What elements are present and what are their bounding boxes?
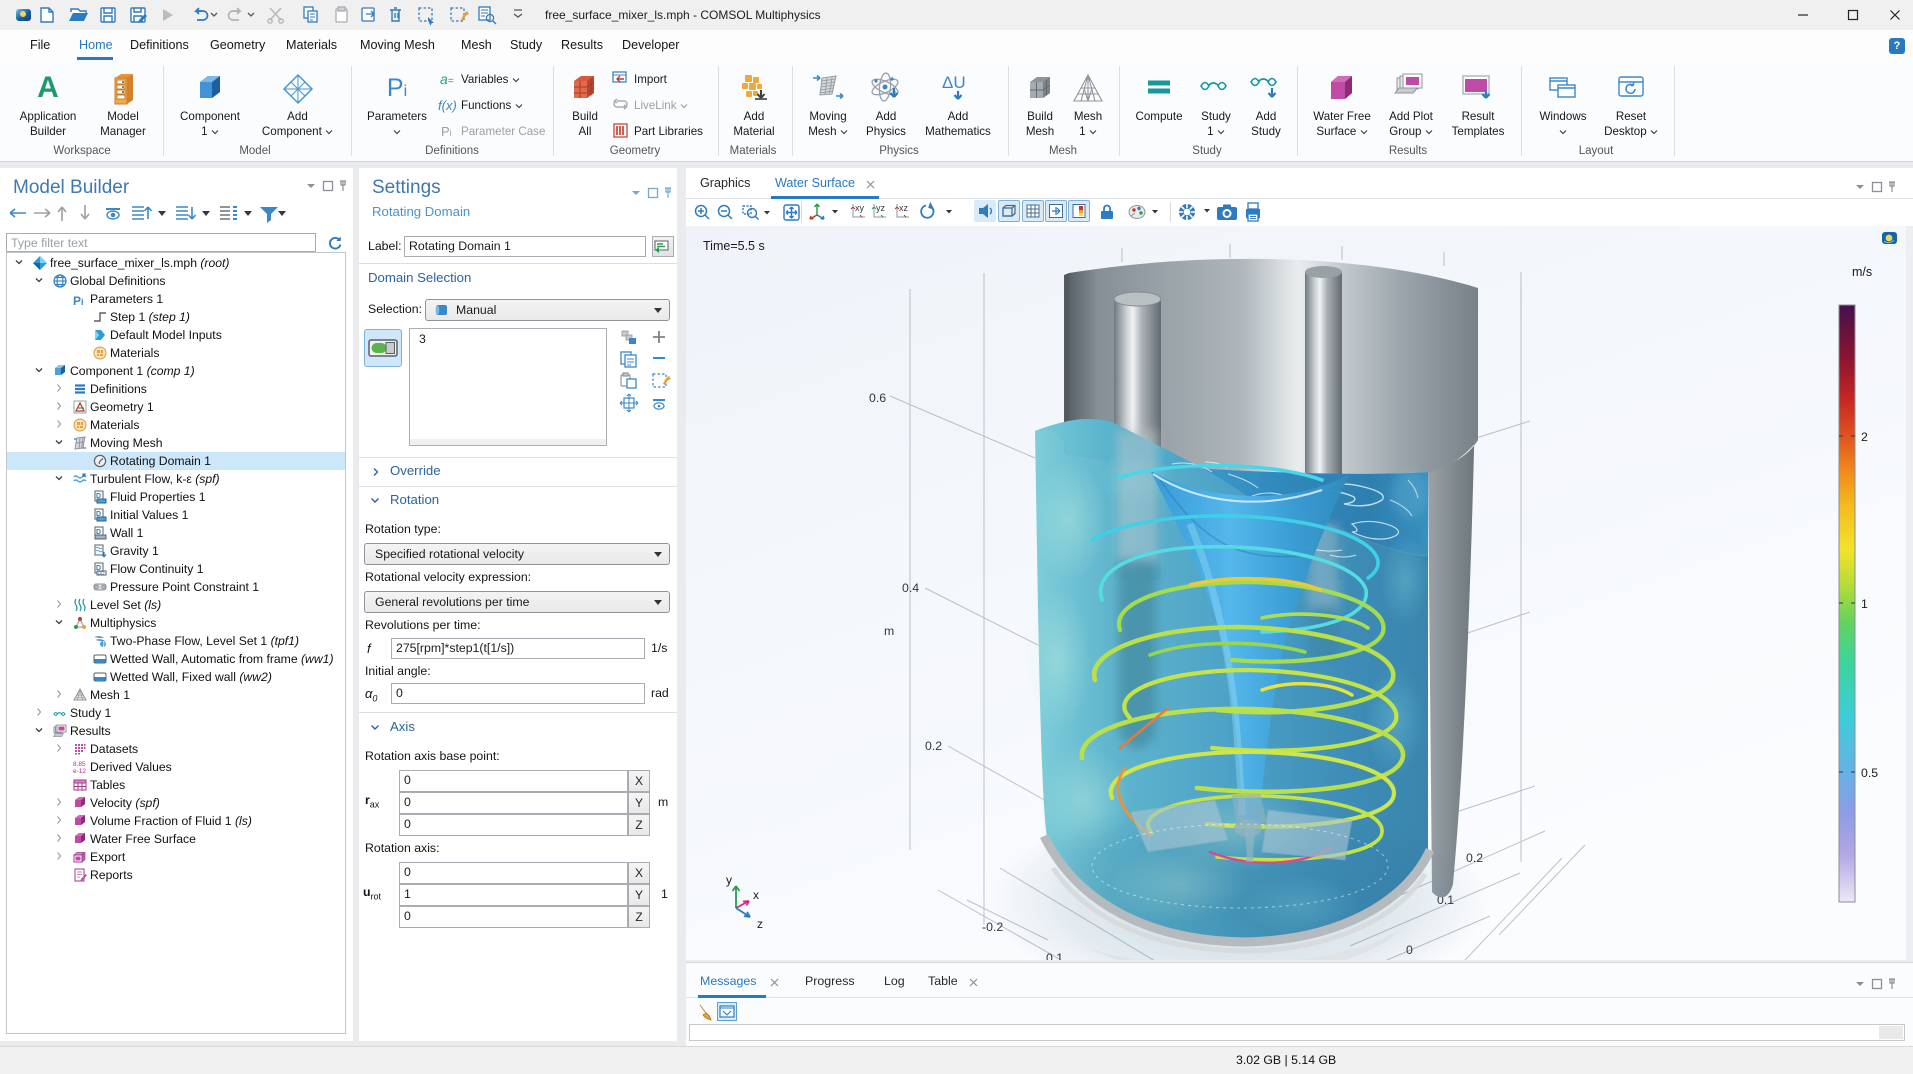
svg-text:Time=5.5 s: Time=5.5 s xyxy=(703,239,765,253)
svg-text:DD: DD xyxy=(98,571,105,576)
svg-text:xy: xy xyxy=(855,203,865,213)
svg-text:m/s: m/s xyxy=(1852,265,1872,279)
svg-text:yz: yz xyxy=(876,203,886,213)
svg-text:xz: xz xyxy=(899,203,909,213)
svg-text:z: z xyxy=(757,917,763,931)
svg-text:ΔU: ΔU xyxy=(942,73,966,92)
svg-text:x: x xyxy=(753,888,759,902)
svg-text:y: y xyxy=(726,873,732,887)
